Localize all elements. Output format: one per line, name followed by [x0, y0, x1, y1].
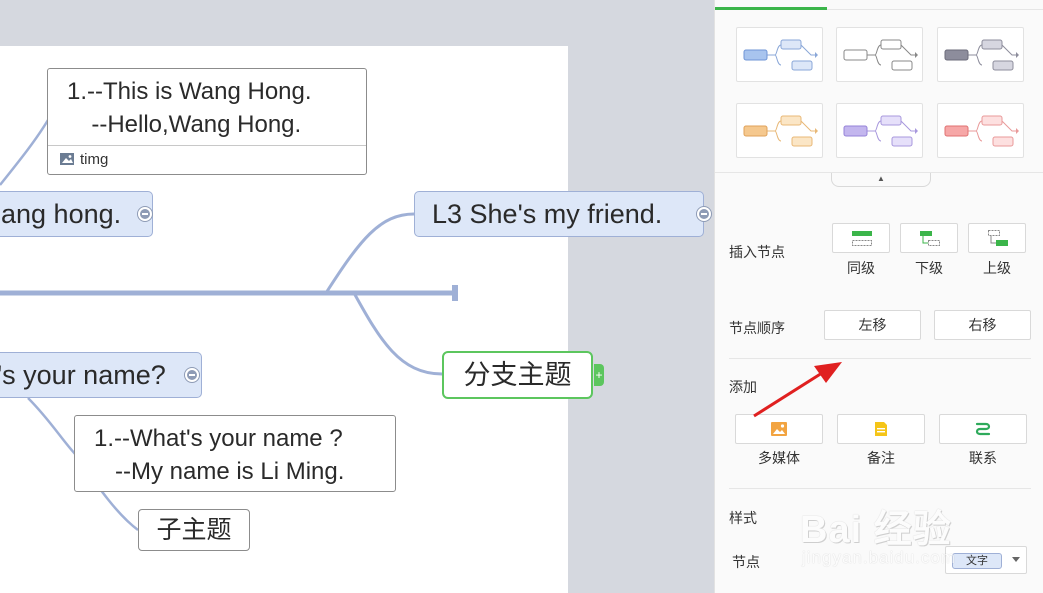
theme-option-1[interactable] [736, 27, 823, 82]
theme-sub-node [780, 39, 802, 50]
theme-main-node [944, 49, 969, 61]
theme-preview-graphic [944, 39, 1019, 71]
theme-option-5[interactable] [836, 103, 923, 158]
theme-preview-graphic [743, 115, 818, 147]
theme-sub-node [780, 115, 802, 126]
image-icon [60, 153, 74, 165]
node-order-label: 节点顺序 [729, 320, 785, 336]
theme-main-node [944, 125, 969, 137]
add-media-caption: 多媒体 [758, 450, 800, 466]
theme-preview-graphic [843, 39, 918, 71]
theme-sub-node [791, 136, 813, 147]
theme-main-node [843, 125, 868, 137]
theme-preview-graphic [743, 39, 818, 71]
attachment-name[interactable]: timg [80, 151, 108, 168]
theme-sub-node [992, 60, 1014, 71]
theme-option-3[interactable] [937, 27, 1024, 82]
branch-line-right-upper [324, 212, 415, 294]
theme-sub-node [891, 60, 913, 71]
theme-arrow-cap [1016, 52, 1019, 58]
add-media-button[interactable] [735, 414, 823, 444]
theme-main-node [743, 49, 768, 61]
insert-child-caption: 下级 [915, 260, 943, 276]
insert-sibling-icon [852, 231, 872, 246]
insert-node-label: 插入节点 [729, 244, 785, 260]
topic-wang-hong[interactable]: ang hong. [0, 191, 153, 237]
theme-arrow-cap [915, 52, 918, 58]
theme-arrow-cap [915, 128, 918, 134]
insert-child-icon [920, 231, 940, 246]
theme-sub-node [981, 115, 1003, 126]
note-line-2: --Hello,Wang Hong. [78, 111, 302, 138]
theme-arrow-cap [815, 52, 818, 58]
theme-sub-node [891, 136, 913, 147]
add-child-handle[interactable]: + [594, 364, 604, 386]
node-style-swatch: 文字 [952, 553, 1002, 569]
style-section-label: 样式 [729, 510, 757, 526]
note-line-upper [0, 119, 50, 186]
theme-collapse-toggle[interactable]: ▲ [831, 173, 931, 187]
theme-sub-node [981, 39, 1003, 50]
note-card-li-ming[interactable]: 1.--What's your name ? --My name is Li M… [74, 415, 396, 492]
image-icon [771, 422, 787, 436]
note-line-1: 1.--What's your name ? [94, 425, 343, 452]
note-icon [875, 422, 887, 436]
collapse-toggle-l3[interactable] [697, 207, 711, 221]
add-separator [729, 488, 1031, 489]
add-note-button[interactable] [837, 414, 925, 444]
add-section-label: 添加 [729, 379, 757, 395]
theme-main-node [843, 49, 868, 61]
add-note-caption: 备注 [867, 450, 895, 466]
theme-arrow-cap [815, 128, 818, 134]
node-style-select[interactable]: 文字 [945, 546, 1027, 574]
theme-arrow-cap [1016, 128, 1019, 134]
theme-sub-node [992, 136, 1014, 147]
panel-tab-active-indicator[interactable] [715, 7, 827, 10]
add-link-caption: 联系 [969, 450, 997, 466]
trunk-end-cap [452, 285, 458, 301]
theme-sub-node [880, 115, 902, 126]
topic-l3-friend[interactable]: L3 She's my friend. [414, 191, 704, 237]
collapse-toggle-name[interactable] [185, 368, 199, 382]
branch-line-right-lower [352, 292, 443, 376]
subtopic-node[interactable]: 子主题 [138, 509, 250, 551]
note-divider [48, 145, 366, 146]
insert-sibling-caption: 同级 [847, 260, 875, 276]
note-line-1: 1.--This is Wang Hong. [67, 78, 312, 105]
topic-whats-your-name[interactable]: 's your name? [0, 352, 202, 398]
chevron-down-icon [1012, 557, 1020, 562]
note-line-lower [27, 397, 77, 456]
add-link-button[interactable] [939, 414, 1027, 444]
properties-panel: ▲ 插入节点 同级 下级 上级 节点顺序 左移 右移 添加 多媒体 备注 联系 … [714, 0, 1043, 593]
insert-parent-icon [988, 230, 1008, 246]
branch-topic-selected[interactable]: 分支主题 [442, 351, 593, 399]
insert-child-button[interactable] [900, 223, 958, 253]
move-left-button[interactable]: 左移 [824, 310, 921, 340]
note-card-wang-hong[interactable]: 1.--This is Wang Hong. --Hello,Wang Hong… [47, 68, 367, 175]
insert-sibling-button[interactable] [832, 223, 890, 253]
node-style-label: 节点 [732, 554, 760, 570]
move-right-button[interactable]: 右移 [934, 310, 1031, 340]
relation-link-icon [975, 422, 991, 436]
theme-sub-node [791, 60, 813, 71]
insert-parent-caption: 上级 [983, 260, 1011, 276]
theme-option-4[interactable] [736, 103, 823, 158]
insert-parent-button[interactable] [968, 223, 1026, 253]
theme-sub-node [880, 39, 902, 50]
theme-preview-graphic [843, 115, 918, 147]
order-separator [729, 358, 1031, 359]
theme-option-2[interactable] [836, 27, 923, 82]
theme-preview-graphic [944, 115, 1019, 147]
collapse-toggle-wang-hong[interactable] [138, 207, 152, 221]
theme-option-6[interactable] [937, 103, 1024, 158]
note-line-2: --My name is Li Ming. [95, 458, 345, 485]
theme-main-node [743, 125, 768, 137]
